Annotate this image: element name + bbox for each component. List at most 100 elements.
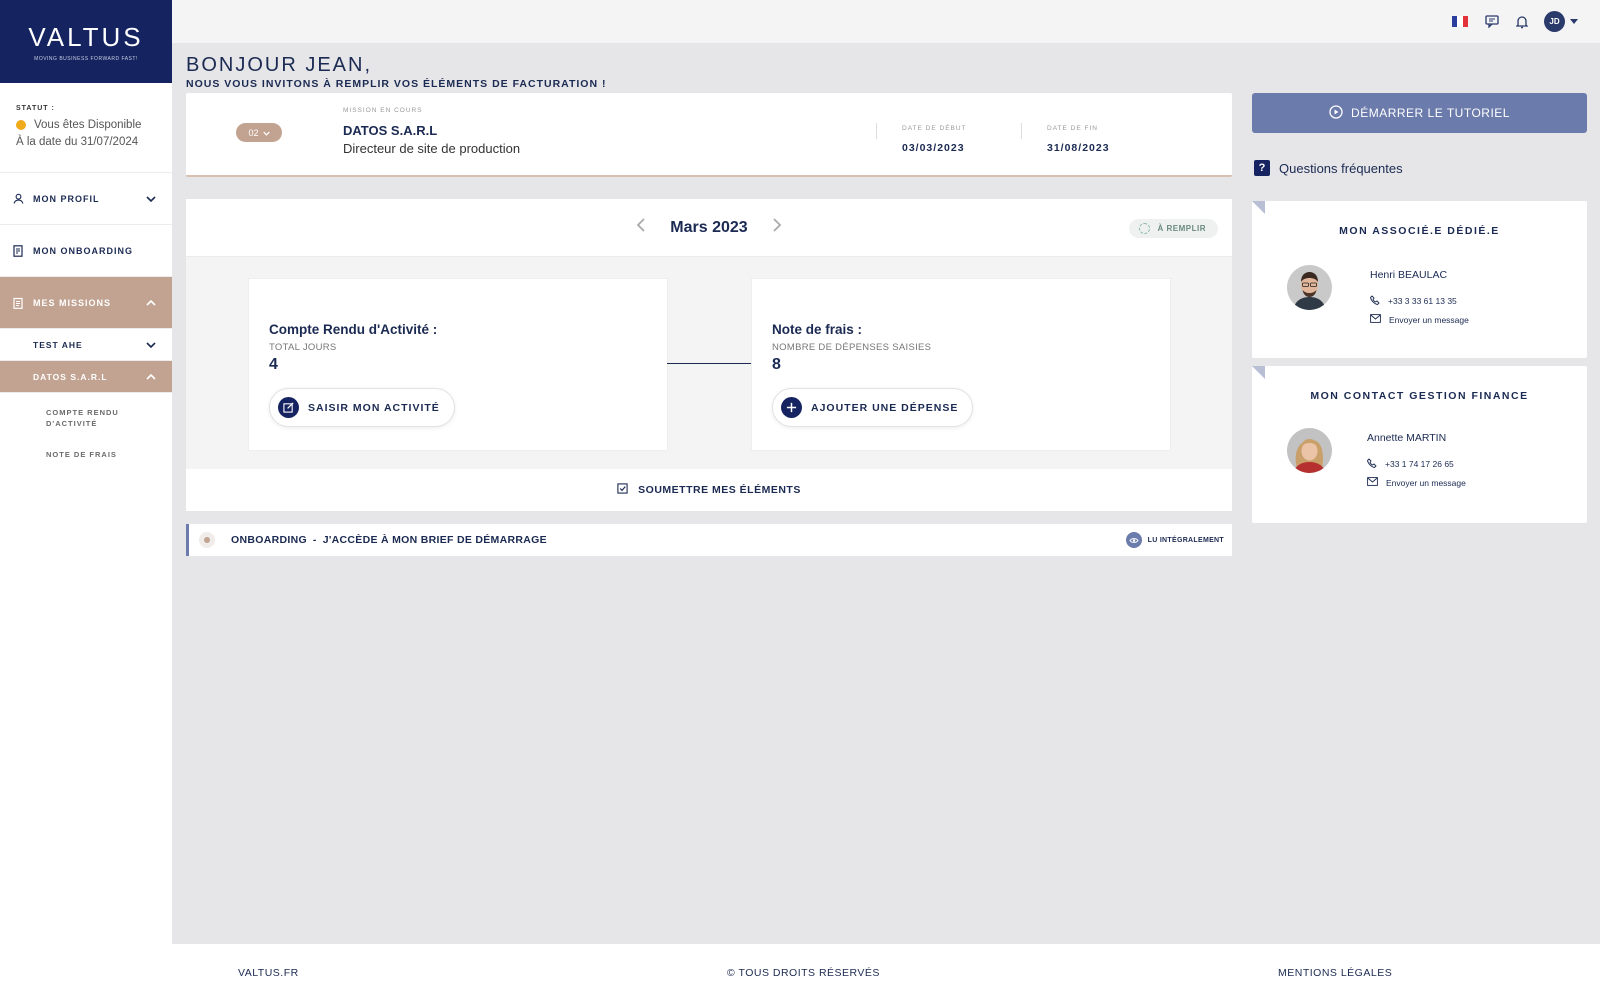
greeting-subtitle: NOUS VOUS INVITONS À REMPLIR VOS ÉLÉMENT…	[186, 78, 607, 90]
sidebar-mission-datos[interactable]: DATOS S.A.R.L	[0, 361, 172, 393]
clipboard-icon	[12, 297, 24, 309]
user-icon	[12, 193, 24, 205]
contact-phone[interactable]: +33 3 33 61 13 35	[1370, 295, 1457, 307]
sidebar-item-mon-profil[interactable]: MON PROFIL	[0, 173, 172, 225]
end-date-label: DATE DE FIN	[1047, 125, 1098, 132]
phone-icon	[1370, 295, 1380, 307]
start-date: 03/03/2023	[902, 142, 965, 154]
billing-panel: Mars 2023 À REMPLIR Compte Rendu d'Activ…	[186, 199, 1232, 511]
status-badge: À REMPLIR	[1128, 219, 1218, 238]
sidebar-mission-label: TEST AHE	[33, 339, 83, 350]
brand-tagline: MOVING BUSINESS FORWARD FAST!	[34, 55, 138, 62]
faq-link[interactable]: ? Questions fréquentes	[1254, 160, 1403, 176]
expenses-card: Note de frais : NOMBRE DE DÉPENSES SAISI…	[751, 278, 1171, 451]
activity-days: 4	[269, 356, 278, 373]
play-icon	[1329, 104, 1343, 122]
footer-legal-link[interactable]: MENTIONS LÉGALES	[1278, 967, 1392, 979]
enter-activity-button[interactable]: SAISIR MON ACTIVITÉ	[269, 388, 455, 427]
onboarding-row[interactable]: ONBOARDING - J'ACCÈDE À MON BRIEF DE DÉM…	[186, 524, 1232, 556]
mission-label: MISSION EN COURS	[343, 107, 423, 114]
mail-icon	[1367, 477, 1378, 488]
checkbox-icon	[617, 483, 628, 497]
footer: VALTUS.FR © TOUS DROITS RÉSERVÉS MENTION…	[172, 944, 1600, 1000]
greeting-title: BONJOUR JEAN,	[186, 54, 373, 76]
mission-selector[interactable]: 02	[236, 123, 282, 142]
sidebar-item-mes-missions[interactable]: MES MISSIONS	[0, 277, 172, 329]
footer-site-link[interactable]: VALTUS.FR	[238, 967, 299, 979]
card-corner	[1252, 366, 1265, 379]
connector-line	[667, 363, 751, 364]
status-text: Vous êtes Disponible	[34, 119, 142, 131]
user-avatar[interactable]: JD	[1544, 11, 1565, 32]
end-date: 31/08/2023	[1047, 142, 1110, 154]
expenses-count: 8	[772, 356, 781, 373]
chevron-down-icon	[146, 340, 156, 350]
status-line: Vous êtes Disponible	[16, 119, 156, 131]
caret-down-icon[interactable]	[1570, 19, 1578, 24]
contact-message-link[interactable]: Envoyer un message	[1370, 314, 1469, 325]
add-expense-button[interactable]: AJOUTER UNE DÉPENSE	[772, 388, 974, 427]
contact-phone[interactable]: +33 1 74 17 26 65	[1367, 458, 1454, 470]
onboarding-separator: -	[312, 534, 317, 546]
contact-message-label: Envoyer un message	[1389, 314, 1469, 325]
brand-logo[interactable]: VALTUS MOVING BUSINESS FORWARD FAST!	[0, 0, 172, 83]
brand-name: VALTUS	[28, 21, 144, 52]
onboarding-prefix: ONBOARDING	[231, 534, 307, 546]
chevron-right-icon[interactable]	[772, 217, 782, 238]
contact-title: MON CONTACT GESTION FINANCE	[1310, 390, 1529, 402]
availability-status: STATUT : Vous êtes Disponible À la date …	[0, 83, 172, 173]
start-tutorial-label: DÉMARRER LE TUTORIEL	[1351, 106, 1510, 120]
pending-icon	[1138, 223, 1150, 234]
expenses-sub: NOMBRE DE DÉPENSES SAISIES	[772, 342, 932, 353]
status-badge-label: À REMPLIR	[1157, 224, 1206, 233]
mission-role: Directeur de site de production	[343, 141, 521, 156]
avatar	[1287, 428, 1332, 473]
contact-name: Annette MARTIN	[1367, 432, 1447, 444]
onboarding-title: J'ACCÈDE À MON BRIEF DE DÉMARRAGE	[322, 534, 547, 546]
contact-phone-number: +33 3 33 61 13 35	[1388, 296, 1457, 306]
month-navigator: Mars 2023 À REMPLIR	[186, 199, 1232, 257]
enter-activity-label: SAISIR MON ACTIVITÉ	[308, 401, 440, 414]
footer-rights: © TOUS DROITS RÉSERVÉS	[727, 967, 880, 979]
french-flag-icon[interactable]	[1452, 16, 1468, 27]
start-date-label: DATE DE DÉBUT	[902, 125, 967, 132]
chevron-down-icon	[146, 194, 156, 204]
status-date: À la date du 31/07/2024	[16, 136, 139, 148]
current-month: Mars 2023	[670, 218, 748, 236]
mission-number: 02	[248, 127, 259, 138]
sidebar-link-note-de-frais[interactable]: NOTE DE FRAIS	[0, 449, 172, 460]
question-icon: ?	[1254, 160, 1270, 176]
current-mission-card: 02 MISSION EN COURS DATOS S.A.R.L Direct…	[186, 93, 1232, 177]
sidebar-item-mon-onboarding[interactable]: MON ONBOARDING	[0, 225, 172, 277]
dedicated-associate-card: MON ASSOCIÉ.E DÉDIÉ.E Henri BEAULAC +33 …	[1252, 201, 1587, 358]
onboarding-dot-icon	[199, 532, 215, 548]
sidebar: VALTUS MOVING BUSINESS FORWARD FAST! STA…	[0, 0, 172, 1000]
submit-elements-button[interactable]: SOUMETTRE MES ÉLÉMENTS	[186, 469, 1232, 511]
finance-contact-card: MON CONTACT GESTION FINANCE Annette MART…	[1252, 366, 1587, 523]
onboarding-status-label: LU INTÉGRALEMENT	[1147, 536, 1224, 544]
sidebar-mission-test-ahe[interactable]: TEST AHE	[0, 329, 172, 361]
chevron-up-icon	[146, 372, 156, 382]
status-label: STATUT :	[16, 105, 55, 112]
submit-elements-label: SOUMETTRE MES ÉLÉMENTS	[638, 484, 801, 496]
mission-company: DATOS S.A.R.L	[343, 123, 438, 138]
chevron-up-icon	[146, 298, 156, 308]
start-tutorial-button[interactable]: DÉMARRER LE TUTORIEL	[1252, 93, 1587, 133]
sidebar-link-compte-rendu[interactable]: COMPTE RENDU D'ACTIVITÉ	[0, 407, 140, 429]
chevron-left-icon[interactable]	[636, 217, 646, 238]
divider	[876, 123, 877, 139]
activity-title: Compte Rendu d'Activité :	[269, 322, 438, 337]
contact-message-link[interactable]: Envoyer un message	[1367, 477, 1466, 488]
status-dot-icon	[16, 120, 26, 130]
sidebar-item-label: MON PROFIL	[33, 193, 100, 204]
plus-icon	[781, 397, 802, 418]
chat-icon[interactable]	[1484, 14, 1500, 30]
top-bar: JD	[172, 0, 1600, 43]
contact-title: MON ASSOCIÉ.E DÉDIÉ.E	[1339, 225, 1500, 237]
bell-icon[interactable]	[1514, 14, 1530, 30]
avatar	[1287, 265, 1332, 310]
card-corner	[1252, 201, 1265, 214]
contact-phone-number: +33 1 74 17 26 65	[1385, 459, 1454, 469]
edit-icon	[278, 397, 299, 418]
phone-icon	[1367, 458, 1377, 470]
